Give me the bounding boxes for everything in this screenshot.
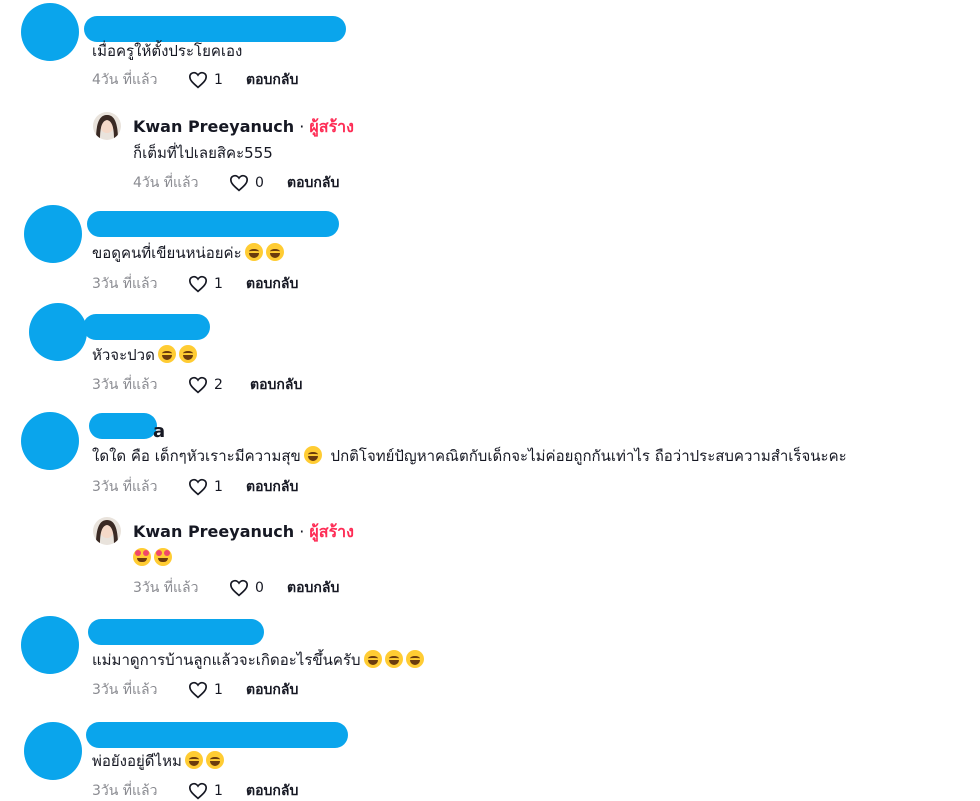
heart-outline-icon bbox=[188, 376, 208, 394]
username-tail[interactable]: a bbox=[153, 421, 165, 442]
creator-avatar[interactable] bbox=[93, 517, 121, 545]
reply-text bbox=[130, 548, 172, 568]
like-count: 1 bbox=[214, 783, 223, 799]
like-count: 0 bbox=[255, 580, 264, 596]
avatar[interactable] bbox=[24, 205, 82, 263]
laughing-emoji-icon bbox=[363, 650, 382, 668]
avatar[interactable] bbox=[24, 722, 82, 780]
like-count: 1 bbox=[214, 72, 223, 88]
username-redacted[interactable] bbox=[89, 413, 157, 439]
comment-text: หัวจะปวด bbox=[92, 345, 197, 365]
avatar[interactable] bbox=[29, 303, 87, 361]
reply-button[interactable]: ตอบกลับ bbox=[250, 375, 302, 395]
comment-text-content: พ่อยังอยู่ดีไหม bbox=[92, 752, 182, 770]
comment-text: พ่อยังอยู่ดีไหม bbox=[92, 751, 224, 771]
comment-meta: 3วัน ที่แล้ว 1 ตอบกลับ bbox=[92, 680, 392, 700]
like-button[interactable]: 2 bbox=[188, 375, 223, 395]
comment-text-content: หัวจะปวด bbox=[92, 346, 155, 364]
comment-text-content-2: ปกติโจทย์ปัญหาคณิตกับเด็กจะไม่ค่อยถูกกัน… bbox=[330, 447, 847, 465]
comment-meta: 4วัน ที่แล้ว 1 ตอบกลับ bbox=[92, 70, 392, 90]
comment-time: 4วัน ที่แล้ว bbox=[92, 72, 158, 88]
heart-outline-icon bbox=[188, 681, 208, 699]
comment-meta: 3วัน ที่แล้ว 1 ตอบกลับ bbox=[92, 274, 392, 294]
reply-button[interactable]: ตอบกลับ bbox=[246, 70, 298, 90]
username-redacted[interactable] bbox=[86, 722, 348, 748]
creator-avatar-image bbox=[93, 517, 121, 545]
laughing-emoji-icon bbox=[184, 751, 203, 769]
like-button[interactable]: 0 bbox=[229, 578, 264, 598]
username-redacted[interactable] bbox=[83, 314, 210, 340]
laughing-emoji-icon bbox=[244, 243, 263, 261]
comment-text-content: ใดใด คือ เด็กๆหัวเราะมีความสุข bbox=[92, 447, 301, 465]
separator-dot: · bbox=[299, 117, 305, 136]
like-button[interactable]: 0 bbox=[229, 173, 264, 193]
hearts-face-emoji-icon bbox=[133, 548, 151, 566]
heart-outline-icon bbox=[229, 174, 249, 192]
like-count: 1 bbox=[214, 682, 223, 698]
avatar[interactable] bbox=[21, 412, 79, 470]
comment-meta: 3วัน ที่แล้ว 1 ตอบกลับ bbox=[92, 477, 392, 497]
avatar[interactable] bbox=[21, 3, 79, 61]
laughing-emoji-icon bbox=[303, 446, 322, 464]
grinning-emoji-icon bbox=[265, 243, 284, 261]
creator-name[interactable]: Kwan Preeyanuch bbox=[133, 522, 294, 541]
comment-meta: 3วัน ที่แล้ว 2 ตอบกลับ bbox=[92, 375, 392, 395]
comment-time: 3วัน ที่แล้ว bbox=[92, 276, 158, 292]
laughing-emoji-icon bbox=[157, 345, 176, 363]
reply-time: 4วัน ที่แล้ว bbox=[133, 175, 199, 191]
reply-text: ก็เต็มที่ไปเลยสิคะ555 bbox=[133, 144, 273, 162]
username-redacted[interactable] bbox=[84, 16, 346, 42]
like-count: 1 bbox=[214, 276, 223, 292]
heart-outline-icon bbox=[188, 275, 208, 293]
heart-outline-icon bbox=[188, 478, 208, 496]
reply-button[interactable]: ตอบกลับ bbox=[246, 781, 298, 801]
creator-avatar-image bbox=[93, 112, 121, 140]
creator-header: Kwan Preeyanuch · ผู้สร้าง bbox=[133, 521, 354, 543]
comment-text: แม่มาดูการบ้านลูกแล้วจะเกิดอะไรขึ้นครับ bbox=[92, 650, 424, 670]
comment-text: เมื่อครูให้ตั้งประโยคเอง bbox=[92, 42, 243, 60]
reply-button[interactable]: ตอบกลับ bbox=[246, 477, 298, 497]
comment-time: 3วัน ที่แล้ว bbox=[92, 783, 158, 799]
like-button[interactable]: 1 bbox=[188, 680, 223, 700]
laughing-emoji-icon bbox=[384, 650, 403, 668]
creator-badge: ผู้สร้าง bbox=[309, 522, 354, 541]
reply-time: 3วัน ที่แล้ว bbox=[133, 580, 199, 596]
like-button[interactable]: 1 bbox=[188, 477, 223, 497]
reply-meta: 3วัน ที่แล้ว 0 ตอบกลับ bbox=[133, 578, 433, 598]
reply-button[interactable]: ตอบกลับ bbox=[287, 173, 339, 193]
like-button[interactable]: 1 bbox=[188, 781, 223, 801]
creator-avatar[interactable] bbox=[93, 112, 121, 140]
like-button[interactable]: 1 bbox=[188, 70, 223, 90]
comment-text-content: แม่มาดูการบ้านลูกแล้วจะเกิดอะไรขึ้นครับ bbox=[92, 651, 361, 669]
creator-header: Kwan Preeyanuch · ผู้สร้าง bbox=[133, 116, 354, 138]
comment-meta: 3วัน ที่แล้ว 1 ตอบกลับ bbox=[92, 781, 392, 801]
reply-meta: 4วัน ที่แล้ว 0 ตอบกลับ bbox=[133, 173, 433, 193]
reply-button[interactable]: ตอบกลับ bbox=[287, 578, 339, 598]
comment-text: ขอดูคนที่เขียนหน่อยค่ะ bbox=[92, 243, 284, 263]
comment-time: 3วัน ที่แล้ว bbox=[92, 682, 158, 698]
heart-outline-icon bbox=[188, 782, 208, 800]
reply-button[interactable]: ตอบกลับ bbox=[246, 274, 298, 294]
comment-time: 3วัน ที่แล้ว bbox=[92, 479, 158, 495]
creator-name[interactable]: Kwan Preeyanuch bbox=[133, 117, 294, 136]
laughing-emoji-icon bbox=[205, 751, 224, 769]
like-count: 1 bbox=[214, 479, 223, 495]
comment-text: ใดใด คือ เด็กๆหัวเราะมีความสุข ปกติโจทย์… bbox=[92, 446, 847, 466]
separator-dot: · bbox=[299, 522, 305, 541]
username-redacted[interactable] bbox=[88, 619, 264, 645]
username-redacted[interactable] bbox=[87, 211, 339, 237]
avatar[interactable] bbox=[21, 616, 79, 674]
reply-button[interactable]: ตอบกลับ bbox=[246, 680, 298, 700]
like-count: 2 bbox=[214, 377, 223, 393]
laughing-emoji-icon bbox=[178, 345, 197, 363]
laughing-emoji-icon bbox=[405, 650, 424, 668]
like-button[interactable]: 1 bbox=[188, 274, 223, 294]
comment-time: 3วัน ที่แล้ว bbox=[92, 377, 158, 393]
hearts-face-emoji-icon bbox=[154, 548, 172, 566]
like-count: 0 bbox=[255, 175, 264, 191]
comment-text-content: ขอดูคนที่เขียนหน่อยค่ะ bbox=[92, 244, 242, 262]
heart-outline-icon bbox=[229, 579, 249, 597]
creator-badge: ผู้สร้าง bbox=[309, 117, 354, 136]
heart-outline-icon bbox=[188, 71, 208, 89]
